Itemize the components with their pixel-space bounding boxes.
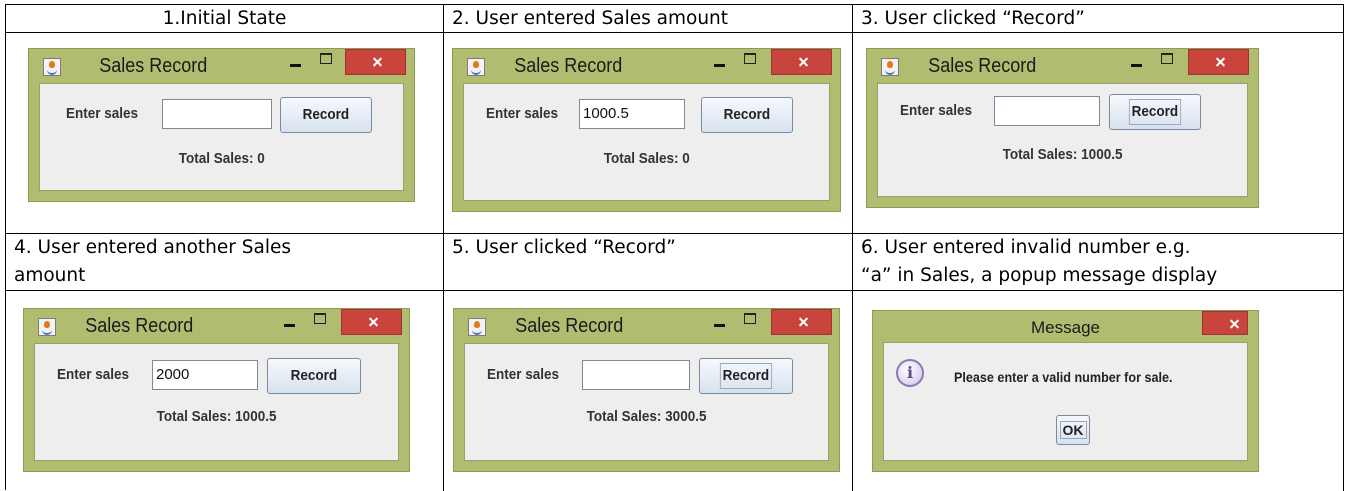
title-bar[interactable]: Message: [873, 311, 1258, 344]
header-4: 4. User entered another Sales amount: [6, 234, 444, 291]
record-button[interactable]: Record: [280, 97, 372, 133]
sales-window-4: Sales Record Enter sales 2000 Record Tot…: [23, 308, 410, 472]
sales-input[interactable]: 2000: [152, 360, 258, 390]
ok-button[interactable]: OK: [1056, 415, 1090, 445]
total-sales-label: Total Sales: 1000.5: [1002, 146, 1123, 163]
sales-window-2: Sales Record Enter sales 1000.5 Record T…: [452, 48, 841, 212]
maximize-icon[interactable]: [1161, 53, 1173, 64]
total-sales-label: Total Sales: 3000.5: [586, 408, 707, 425]
header-1: 1.Initial State: [6, 5, 444, 33]
sales-input[interactable]: [162, 99, 272, 129]
close-icon[interactable]: [771, 309, 832, 335]
total-sales-label: Total Sales: 1000.5: [156, 408, 277, 425]
maximize-icon[interactable]: [320, 53, 332, 64]
total-sales-label: Total Sales: 0: [178, 150, 265, 167]
message-dialog: Message i Please enter a valid number fo…: [872, 310, 1259, 472]
dialog-content: i Please enter a valid number for sale. …: [883, 342, 1248, 461]
window-content: Enter sales Record Total Sales: 1000.5: [877, 83, 1248, 197]
window-content: Enter sales Record Total Sales: 0: [39, 83, 404, 191]
close-icon[interactable]: [1188, 49, 1249, 75]
total-sales-label: Total Sales: 0: [603, 150, 690, 167]
sales-window-1: Sales Record Enter sales Record Total Sa…: [28, 48, 415, 202]
enter-sales-label: Enter sales: [900, 102, 973, 119]
title-bar[interactable]: Sales Record: [29, 49, 414, 82]
record-button[interactable]: Record: [699, 358, 793, 394]
dialog-title: Message: [1031, 318, 1100, 337]
maximize-icon[interactable]: [314, 313, 326, 324]
enter-sales-label: Enter sales: [486, 105, 559, 122]
maximize-icon[interactable]: [744, 313, 756, 324]
sales-input[interactable]: [994, 96, 1100, 126]
header-4-line1: 4. User entered another Sales: [14, 237, 291, 258]
enter-sales-label: Enter sales: [57, 366, 130, 383]
header-6-line1: 6. User entered invalid number e.g.: [861, 237, 1191, 258]
header-6-line2: “a” in Sales, a popup message display: [861, 265, 1218, 286]
minimize-icon[interactable]: [713, 317, 727, 333]
title-bar[interactable]: Sales Record: [24, 309, 409, 342]
enter-sales-label: Enter sales: [487, 366, 560, 383]
close-icon[interactable]: [345, 49, 406, 75]
record-button[interactable]: Record: [701, 97, 793, 133]
header-2: 2. User entered Sales amount: [444, 5, 853, 33]
sales-window-5: Sales Record Enter sales Record Total Sa…: [453, 308, 840, 472]
window-content: Enter sales 1000.5 Record Total Sales: 0: [463, 83, 830, 201]
sales-window-3: Sales Record Enter sales Record Total Sa…: [866, 48, 1259, 208]
close-icon[interactable]: [771, 49, 832, 75]
sales-input[interactable]: 1000.5: [579, 99, 685, 129]
enter-sales-label: Enter sales: [66, 105, 139, 122]
minimize-icon[interactable]: [713, 57, 727, 73]
sales-input[interactable]: [582, 360, 690, 390]
message-text: Please enter a valid number for sale.: [954, 369, 1173, 385]
title-bar[interactable]: Sales Record: [454, 309, 839, 342]
record-button[interactable]: Record: [1109, 94, 1201, 130]
title-bar[interactable]: Sales Record: [867, 49, 1258, 82]
close-icon[interactable]: [1202, 311, 1248, 335]
title-bar[interactable]: Sales Record: [453, 49, 840, 82]
header-5: 5. User clicked “Record”: [444, 234, 853, 291]
window-content: Enter sales 2000 Record Total Sales: 100…: [34, 343, 399, 461]
minimize-icon[interactable]: [283, 317, 297, 333]
minimize-icon[interactable]: [289, 57, 303, 73]
header-3: 3. User clicked “Record”: [853, 5, 1344, 33]
maximize-icon[interactable]: [744, 53, 756, 64]
close-icon[interactable]: [341, 309, 402, 335]
record-button[interactable]: Record: [267, 358, 361, 394]
header-6: 6. User entered invalid number e.g. “a” …: [853, 234, 1344, 291]
header-4-line2: amount: [14, 265, 86, 286]
info-icon: i: [896, 359, 924, 387]
minimize-icon[interactable]: [1130, 57, 1144, 73]
window-content: Enter sales Record Total Sales: 3000.5: [464, 343, 829, 461]
